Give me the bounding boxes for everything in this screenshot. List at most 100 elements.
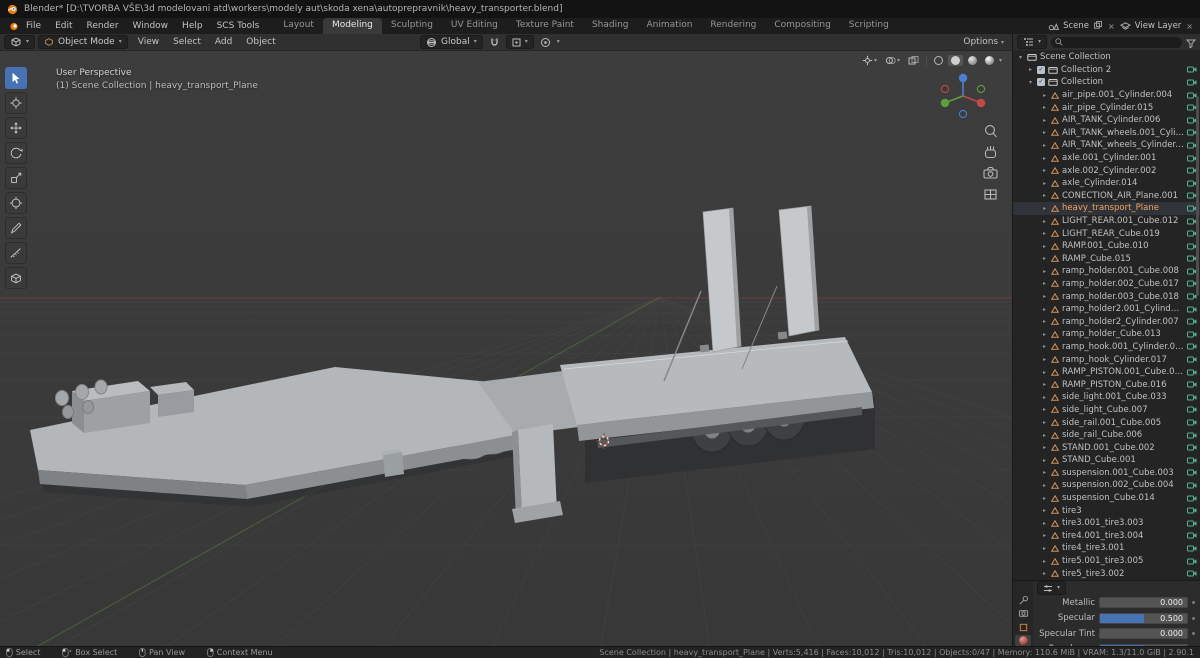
collection-checkbox[interactable]: ✓ xyxy=(1037,78,1045,87)
disable-in-renders-icon[interactable] xyxy=(1187,394,1200,401)
cursor-tool[interactable] xyxy=(5,92,27,114)
menu-file[interactable]: File xyxy=(19,21,48,31)
menu-scs-tools[interactable]: SCS Tools xyxy=(210,21,267,31)
disable-in-renders-icon[interactable] xyxy=(1187,444,1200,451)
disable-in-renders-icon[interactable] xyxy=(1187,520,1200,527)
outliner-row-object[interactable]: ▸ AIR_TANK_wheels.001_Cylinder.003 xyxy=(1013,127,1200,140)
menu-help[interactable]: Help xyxy=(175,21,210,31)
disclosure-triangle-icon[interactable]: ▸ xyxy=(1041,558,1048,565)
workspace-tab-sculpting[interactable]: Sculpting xyxy=(382,18,442,34)
outliner-row-object[interactable]: ▸ suspension.002_Cube.004 xyxy=(1013,479,1200,492)
shading-material-button[interactable] xyxy=(965,55,980,66)
disable-in-renders-icon[interactable] xyxy=(1187,558,1200,565)
options-dropdown[interactable]: Options ▾ xyxy=(963,37,1004,47)
disclosure-triangle-icon[interactable]: ▸ xyxy=(1041,331,1048,338)
workspace-tab-animation[interactable]: Animation xyxy=(638,18,702,34)
menu-window[interactable]: Window xyxy=(126,21,176,31)
disclosure-triangle-icon[interactable]: ▸ xyxy=(1041,444,1048,451)
disclosure-triangle-icon[interactable]: ▸ xyxy=(1041,432,1048,439)
workspace-tab-compositing[interactable]: Compositing xyxy=(765,18,839,34)
outliner-row-object[interactable]: ▸ tire5.001_tire3.005 xyxy=(1013,555,1200,568)
measure-tool[interactable] xyxy=(5,242,27,264)
transform-orientation-dropdown[interactable]: Global ▾ xyxy=(420,35,483,49)
workspace-tab-scripting[interactable]: Scripting xyxy=(840,18,898,34)
outliner-scrollbar[interactable] xyxy=(1196,96,1199,296)
properties-tab-render[interactable] xyxy=(1015,608,1031,619)
properties-tab-tool[interactable] xyxy=(1015,595,1031,606)
collection-checkbox[interactable]: ✓ xyxy=(1037,65,1045,74)
workspace-tab-modeling[interactable]: Modeling xyxy=(322,18,382,34)
disable-in-renders-icon[interactable] xyxy=(1187,343,1200,350)
properties-tab-material[interactable] xyxy=(1015,634,1031,646)
scale-tool[interactable] xyxy=(5,167,27,189)
perspective-toggle-icon[interactable] xyxy=(984,189,997,200)
outliner-row-object[interactable]: ▸ tire3 xyxy=(1013,504,1200,517)
outliner-row-object[interactable]: ▸ side_rail_Cube.006 xyxy=(1013,429,1200,442)
outliner-row-object[interactable]: ▸ tire5_tire3.002 xyxy=(1013,567,1200,580)
disclosure-triangle-icon[interactable]: ▸ xyxy=(1041,482,1048,489)
menu-render[interactable]: Render xyxy=(80,21,126,31)
add-cube-tool[interactable] xyxy=(5,267,27,289)
disable-in-renders-icon[interactable] xyxy=(1187,381,1200,388)
outliner-row-object[interactable]: ▸ axle.001_Cylinder.001 xyxy=(1013,152,1200,165)
outliner-row-scene-collection[interactable]: ▾ Scene Collection xyxy=(1013,51,1200,64)
disclosure-triangle-icon[interactable]: ▸ xyxy=(1041,104,1048,111)
disclosure-triangle-icon[interactable]: ▸ xyxy=(1041,419,1048,426)
outliner-row-object[interactable]: ▸ RAMP.001_Cube.010 xyxy=(1013,240,1200,253)
select-box-tool[interactable] xyxy=(5,67,27,89)
outliner-row-object[interactable]: ▸ air_pipe_Cylinder.015 xyxy=(1013,101,1200,114)
proportional-editing-button[interactable] xyxy=(538,37,553,48)
editor-type-dropdown[interactable]: ▾ xyxy=(4,35,36,49)
menu-edit[interactable]: Edit xyxy=(48,21,79,31)
disclosure-triangle-icon[interactable]: ▸ xyxy=(1041,507,1048,514)
snap-settings-dropdown[interactable]: ▾ xyxy=(505,35,534,49)
animate-dot[interactable] xyxy=(1192,616,1195,620)
outliner-row-collection[interactable]: ▾ ✓ Collection xyxy=(1013,76,1200,89)
disclosure-triangle-icon[interactable]: ▸ xyxy=(1041,318,1048,325)
new-scene-button[interactable] xyxy=(1093,21,1103,31)
disable-in-renders-icon[interactable] xyxy=(1187,369,1200,376)
outliner-row-object[interactable]: ▸ suspension.001_Cube.003 xyxy=(1013,467,1200,480)
shading-rendered-button[interactable] xyxy=(982,55,997,66)
outliner-row-object[interactable]: ▸ AIR_TANK_wheels_Cylinder.010 xyxy=(1013,139,1200,152)
outliner-filter-button[interactable] xyxy=(1185,33,1197,52)
heavy-transporter-model[interactable] xyxy=(30,205,875,523)
disclosure-triangle-icon[interactable]: ▸ xyxy=(1041,117,1048,124)
outliner-row-object[interactable]: ▸ ramp_holder.003_Cube.018 xyxy=(1013,290,1200,303)
disclosure-triangle-icon[interactable]: ▸ xyxy=(1041,167,1048,174)
outliner-row-object[interactable]: ▸ suspension_Cube.014 xyxy=(1013,492,1200,505)
outliner-row-object[interactable]: ▸ tire4.001_tire3.004 xyxy=(1013,530,1200,543)
outliner-row-object[interactable]: ▸ ramp_hook_Cylinder.017 xyxy=(1013,353,1200,366)
blender-menu-icon[interactable] xyxy=(7,22,19,31)
disable-in-renders-icon[interactable] xyxy=(1187,66,1200,73)
unlink-scene-button[interactable]: × xyxy=(1107,22,1116,31)
outliner-row-object[interactable]: ▸ ramp_holder.002_Cube.017 xyxy=(1013,278,1200,291)
disable-in-renders-icon[interactable] xyxy=(1187,570,1200,577)
proportional-falloff-dropdown[interactable]: ▾ xyxy=(557,39,560,45)
disclosure-triangle-icon[interactable]: ▸ xyxy=(1041,243,1048,250)
outliner-row-object[interactable]: ▸ STAND.001_Cube.002 xyxy=(1013,441,1200,454)
outliner-row-object[interactable]: ▸ STAND_Cube.001 xyxy=(1013,454,1200,467)
disable-in-renders-icon[interactable] xyxy=(1187,306,1200,313)
shading-solid-button[interactable] xyxy=(947,55,963,66)
shading-wireframe-button[interactable] xyxy=(931,55,946,66)
disclosure-triangle-icon[interactable]: ▸ xyxy=(1027,66,1034,73)
transform-tool[interactable] xyxy=(5,192,27,214)
viewport-menu-object[interactable]: Object xyxy=(239,37,282,47)
outliner-row-object[interactable]: ▸ side_light.001_Cube.033 xyxy=(1013,391,1200,404)
outliner-row-collection-2[interactable]: ▸ ✓ Collection 2 xyxy=(1013,64,1200,77)
viewport-canvas[interactable] xyxy=(0,51,1012,646)
camera-view-icon[interactable] xyxy=(983,166,998,179)
disclosure-triangle-icon[interactable]: ▸ xyxy=(1041,369,1048,376)
disclosure-triangle-icon[interactable]: ▸ xyxy=(1041,306,1048,313)
show-gizmo-button[interactable]: ▾ xyxy=(859,54,880,67)
animate-dot[interactable] xyxy=(1192,601,1195,605)
disable-in-renders-icon[interactable] xyxy=(1187,432,1200,439)
viewport-menu-select[interactable]: Select xyxy=(166,37,208,47)
disclosure-triangle-icon[interactable]: ▸ xyxy=(1041,495,1048,502)
outliner-row-object[interactable]: ▸ tire4_tire3.001 xyxy=(1013,542,1200,555)
outliner-row-object[interactable]: ▸ axle.002_Cylinder.002 xyxy=(1013,164,1200,177)
disable-in-renders-icon[interactable] xyxy=(1187,79,1200,86)
disclosure-triangle-icon[interactable]: ▸ xyxy=(1041,218,1048,225)
disclosure-triangle-icon[interactable]: ▸ xyxy=(1041,394,1048,401)
